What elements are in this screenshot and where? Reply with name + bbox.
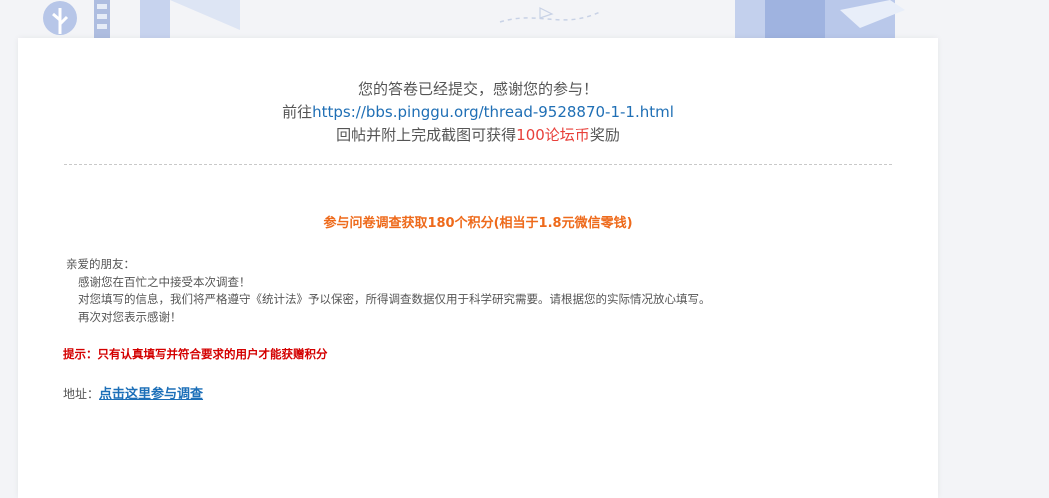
forum-link-line: 前往https://bbs.pinggu.org/thread-9528870-…: [282, 103, 674, 121]
dashed-divider: [64, 164, 892, 165]
address-label: 地址：: [63, 387, 100, 401]
letter-paragraph-2: 对您填写的信息，我们将严格遵守《统计法》予以保密，所得调查数据仅用于科学研究需要…: [78, 292, 711, 306]
forum-thread-link[interactable]: https://bbs.pinggu.org/thread-9528870-1-…: [312, 103, 674, 121]
submission-message: 您的答卷已经提交，感谢您的参与！ 前往https://bbs.pinggu.or…: [18, 78, 938, 147]
tip-notice: 提示：只有认真填写并符合要求的用户才能获赠积分: [63, 347, 328, 361]
survey-address: 地址：点击这里参与调查: [63, 383, 203, 402]
survey-link[interactable]: 点击这里参与调查: [99, 387, 203, 402]
tree-icon: [43, 1, 77, 35]
survey-complete-card: 您的答卷已经提交，感谢您的参与！ 前往https://bbs.pinggu.or…: [18, 38, 938, 498]
reward-line: 回帖并附上完成截图可获得100论坛币奖励: [336, 126, 620, 144]
thanks-line: 您的答卷已经提交，感谢您的参与！: [357, 80, 598, 98]
survey-intro-letter: 亲爱的朋友： 感谢您在百忙之中接受本次调查！ 对您填写的信息，我们将严格遵守《统…: [66, 256, 711, 326]
letter-paragraph-3: 再次对您表示感谢！: [78, 309, 182, 324]
letter-paragraph-1: 感谢您在百忙之中接受本次调查！: [78, 274, 251, 289]
building-icon: [140, 0, 170, 40]
book-stack-icon: [735, 0, 905, 40]
letter-greeting: 亲爱的朋友：: [66, 257, 135, 271]
promo-title: 参与问卷调查获取180个积分(相当于1.8元微信零钱): [323, 216, 633, 231]
tower-icon: [94, 0, 110, 40]
paper-plane-icon: [539, 7, 554, 19]
reward-amount: 100论坛币: [516, 126, 590, 144]
